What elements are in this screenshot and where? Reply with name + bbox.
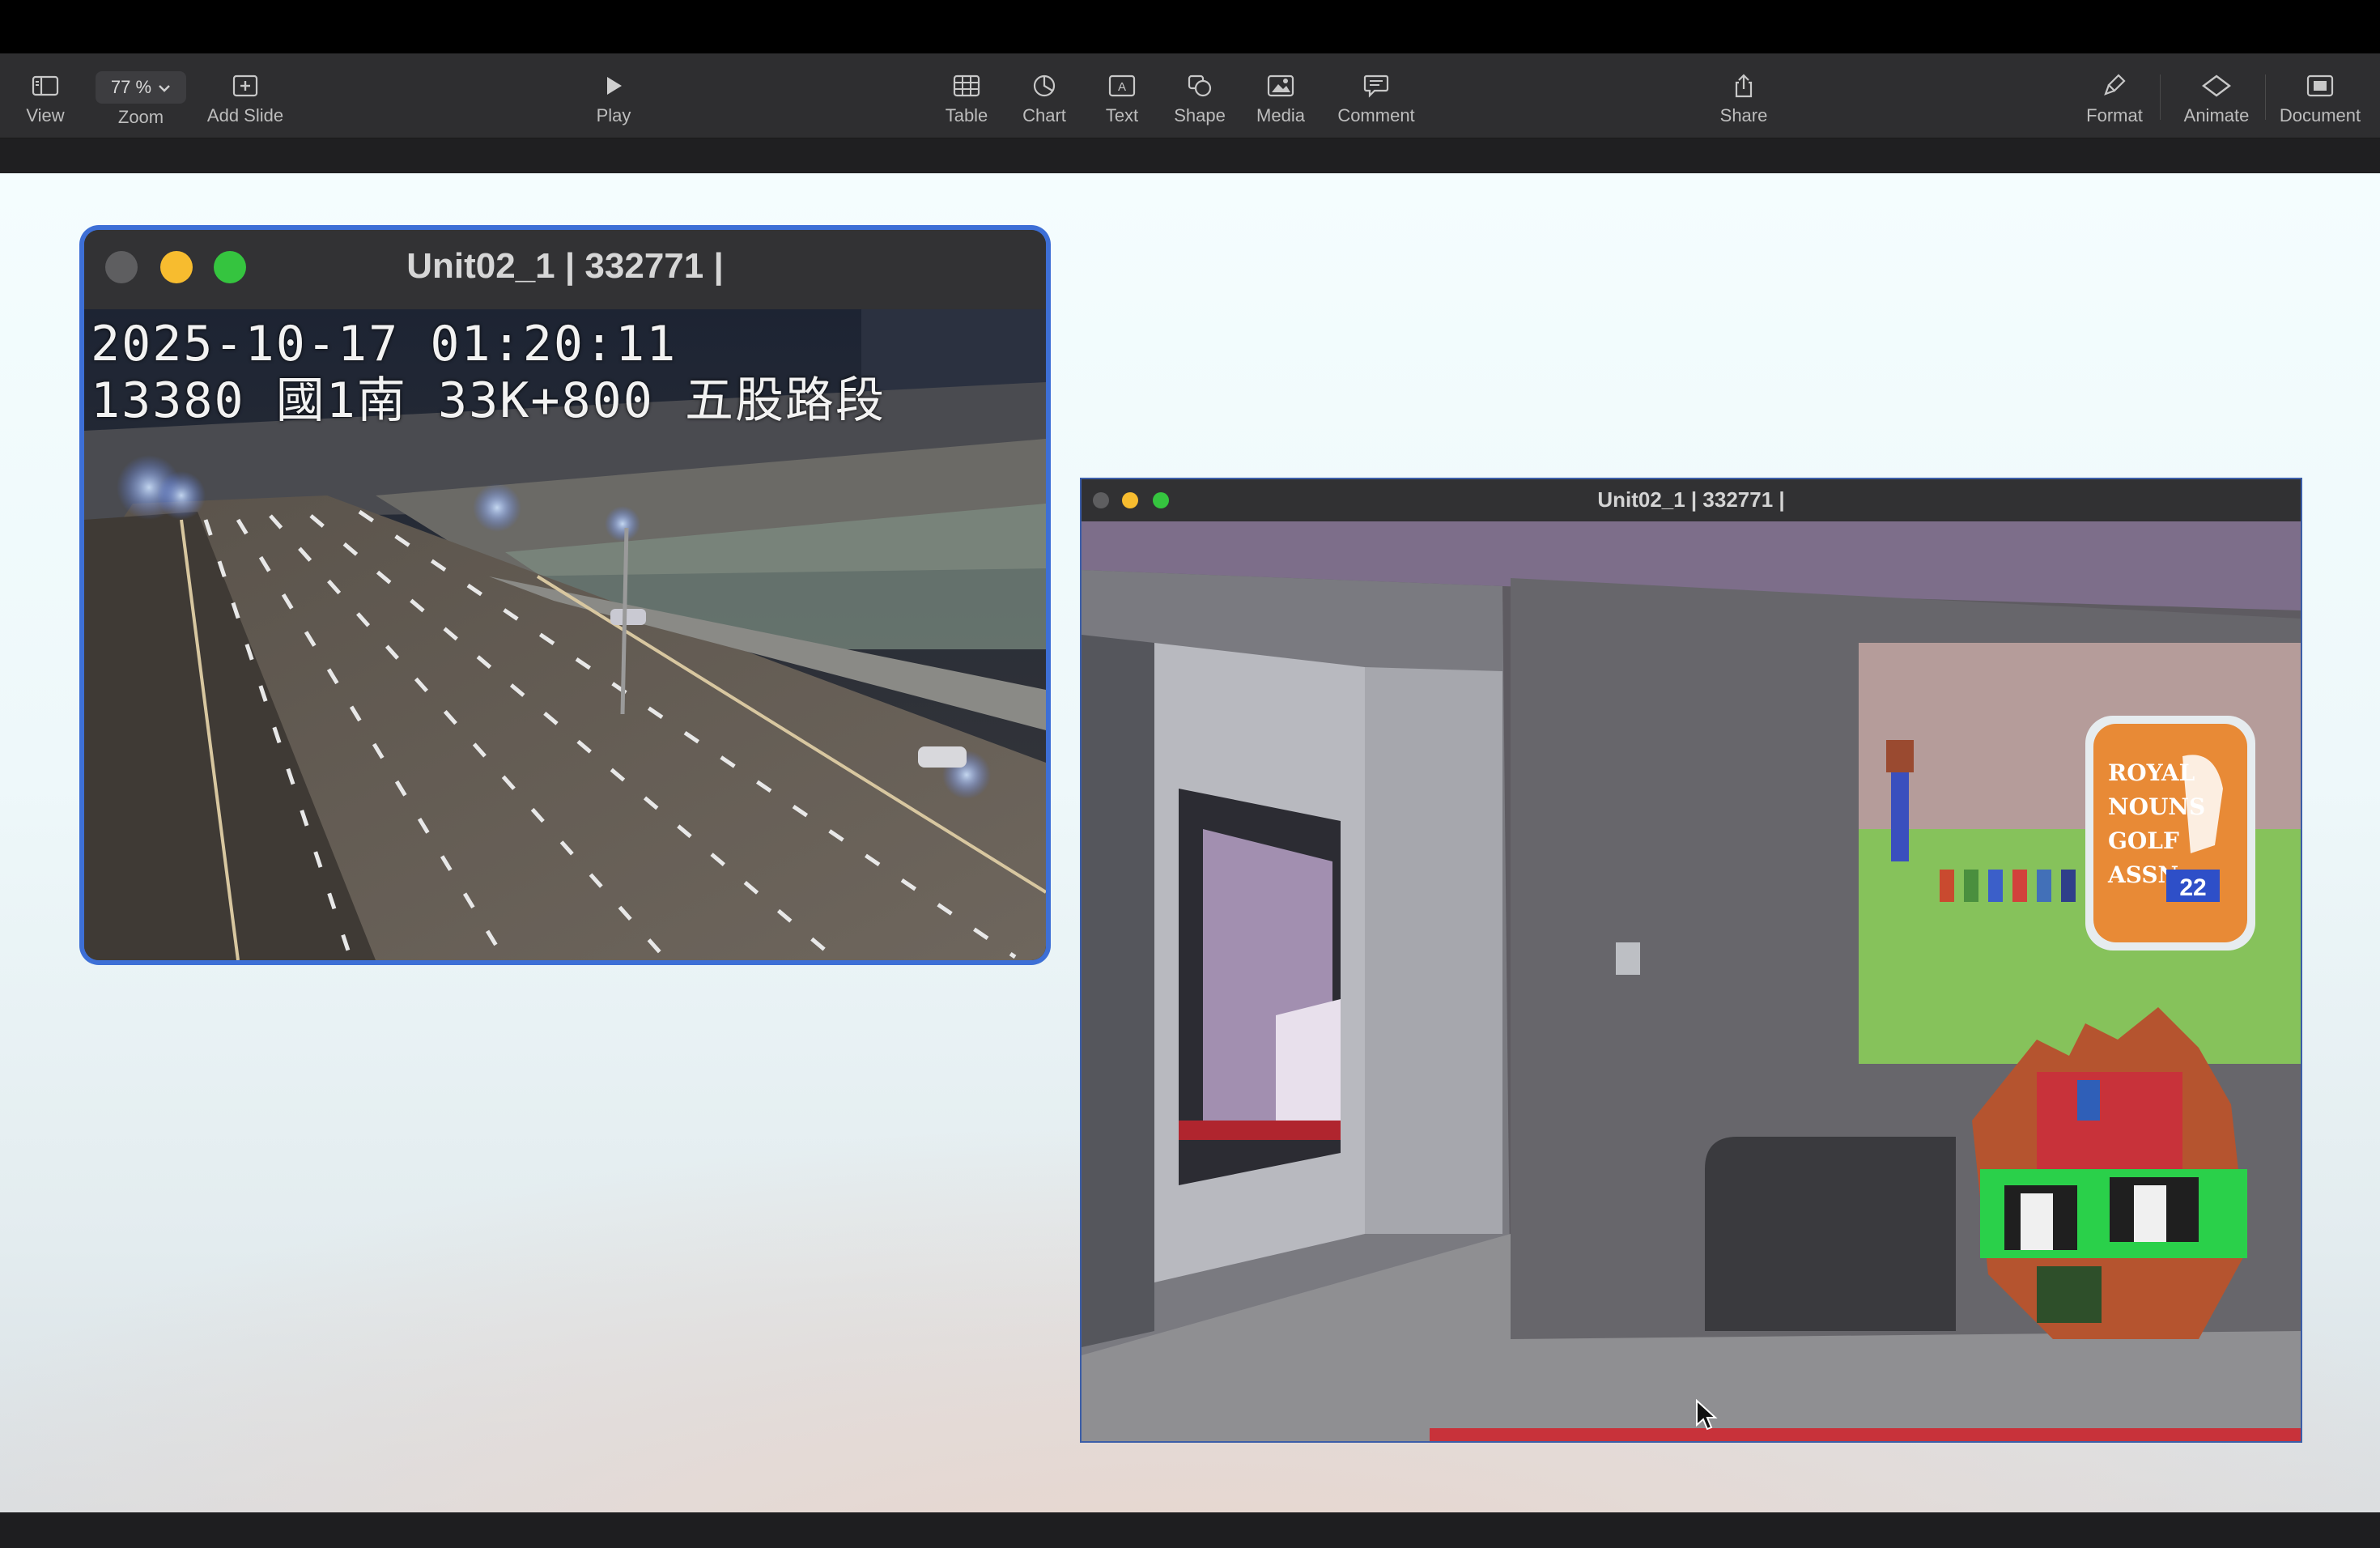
toolbar-divider bbox=[2160, 74, 2161, 120]
text-button[interactable]: A Text bbox=[1090, 53, 1154, 138]
view-button[interactable]: View bbox=[13, 53, 78, 138]
bottom-bar bbox=[0, 1512, 2380, 1548]
menu-bar bbox=[0, 0, 2380, 53]
sign-line-3: GOLF bbox=[2108, 827, 2179, 854]
share-label: Share bbox=[1719, 105, 1768, 125]
speech-bubble-icon bbox=[1363, 71, 1389, 100]
share-button[interactable]: Share bbox=[1711, 53, 1776, 138]
sidebar-icon bbox=[32, 71, 59, 100]
svg-text:A: A bbox=[1118, 80, 1126, 94]
document-icon bbox=[2306, 71, 2334, 100]
plus-square-icon bbox=[232, 71, 258, 100]
text-label: Text bbox=[1105, 105, 1139, 125]
window-title: Unit02_1 | 332771 | bbox=[1597, 487, 1785, 512]
format-button[interactable]: Format bbox=[2080, 53, 2148, 138]
sign-line-1: ROYAL bbox=[2108, 759, 2195, 786]
overlay-datetime: 2025-10-17 01:20:11 bbox=[91, 316, 678, 372]
pie-chart-icon bbox=[1032, 71, 1056, 100]
traffic-camera-window[interactable]: Unit02_1 | 332771 | 2025-10-17 01:20:11 … bbox=[84, 230, 1046, 960]
window-title: Unit02_1 | 332771 | bbox=[406, 246, 724, 286]
animate-label: Animate bbox=[2183, 105, 2250, 125]
overlay-location: 13380 國1南 33K+800 五股路段 bbox=[91, 372, 886, 429]
play-button[interactable]: Play bbox=[581, 53, 646, 138]
text-box-icon: A bbox=[1108, 71, 1136, 100]
comment-label: Comment bbox=[1337, 105, 1415, 125]
add-slide-button[interactable]: Add Slide bbox=[199, 53, 291, 138]
zoom-select[interactable]: 77 % bbox=[96, 71, 186, 104]
media-button[interactable]: Media bbox=[1248, 53, 1313, 138]
table-icon bbox=[953, 71, 980, 100]
chart-label: Chart bbox=[1022, 105, 1066, 125]
chevron-down-icon bbox=[158, 77, 171, 98]
keynote-toolbar: View 77 % Zoom Add Slide Play Table Char… bbox=[0, 53, 2380, 138]
image-icon bbox=[1267, 71, 1294, 100]
play-icon bbox=[604, 71, 623, 100]
play-label: Play bbox=[596, 105, 631, 125]
view-label: View bbox=[26, 105, 65, 125]
format-bar bbox=[0, 138, 2380, 173]
diamond-icon bbox=[2200, 71, 2233, 100]
share-icon bbox=[1732, 71, 1755, 100]
shape-button[interactable]: Shape bbox=[1167, 53, 1232, 138]
comment-button[interactable]: Comment bbox=[1328, 53, 1425, 138]
table-label: Table bbox=[945, 105, 988, 125]
slide-canvas[interactable]: Unit02_1 | 332771 | 2025-10-17 01:20:11 … bbox=[0, 173, 2380, 1512]
mouse-pointer-icon bbox=[1695, 1398, 1718, 1435]
animate-button[interactable]: Animate bbox=[2178, 53, 2255, 138]
sign-badge: 22 bbox=[2179, 874, 2206, 901]
traffic-camera-feed: 2025-10-17 01:20:11 13380 國1南 33K+800 五股路… bbox=[84, 309, 1046, 960]
camera-timestamp-overlay: 2025-10-17 01:20:11 13380 國1南 33K+800 五股路… bbox=[91, 316, 886, 429]
shape-label: Shape bbox=[1174, 105, 1226, 125]
shape-icon bbox=[1187, 71, 1213, 100]
game-scene[interactable]: ROYAL NOUNS GOLF ASSN 22 bbox=[1082, 521, 2301, 1441]
document-button[interactable]: Document bbox=[2273, 53, 2367, 138]
game-view-window[interactable]: Unit02_1 | 332771 | ROYAL NOUNS GOLF ASS… bbox=[1080, 478, 2302, 1443]
add-slide-label: Add Slide bbox=[206, 105, 284, 125]
zoom-label: Zoom bbox=[117, 107, 164, 127]
chart-button[interactable]: Chart bbox=[1012, 53, 1077, 138]
toolbar-divider bbox=[2265, 74, 2266, 120]
table-button[interactable]: Table bbox=[934, 53, 999, 138]
zoom-control[interactable]: 77 % Zoom bbox=[94, 53, 188, 138]
format-label: Format bbox=[2086, 105, 2143, 125]
virtual-room-image: ROYAL NOUNS GOLF ASSN 22 bbox=[1082, 521, 2301, 1441]
media-label: Media bbox=[1256, 105, 1305, 125]
paintbrush-icon bbox=[2102, 71, 2127, 100]
zoom-value: 77 % bbox=[110, 77, 152, 97]
document-label: Document bbox=[2279, 105, 2361, 125]
